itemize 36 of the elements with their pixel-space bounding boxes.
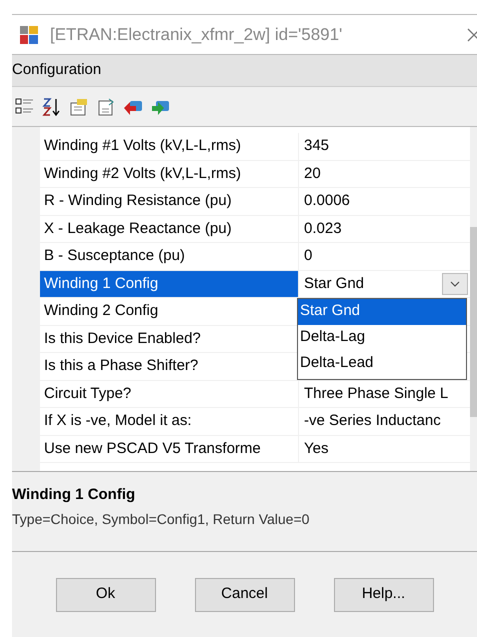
property-name[interactable]: Is this a Phase Shifter? (40, 353, 299, 380)
property-name[interactable]: Winding 2 Config (40, 298, 299, 324)
dropdown-option[interactable]: Star Gnd (298, 298, 466, 324)
dialog-button[interactable]: Ok (56, 578, 156, 612)
scrollbar-thumb[interactable] (470, 227, 477, 417)
property-value: -ve Series Inductanc (304, 411, 442, 431)
property-name[interactable]: Winding 1 Config (40, 270, 299, 297)
window-title: [ETRAN:Electranix_xfmr_2w] id='5891' (50, 24, 344, 46)
property-value: 345 (304, 136, 330, 156)
property-value: 0 (304, 246, 314, 266)
property-value: 20 (304, 164, 322, 184)
property-value: Three Phase Single L (304, 384, 450, 404)
description-text: Type=Choice, Symbol=Config1, Return Value=0 (12, 510, 310, 529)
dropdown-option[interactable]: Delta-Lead (298, 350, 466, 376)
property-name[interactable]: Use new PSCAD V5 Transforme (40, 436, 299, 462)
close-icon[interactable] (467, 28, 477, 42)
dropdown-button[interactable] (442, 272, 468, 295)
property-value: Star Gnd (304, 274, 366, 294)
dialog-button[interactable]: Help... (334, 578, 434, 612)
property-value: 0.023 (304, 218, 343, 238)
property-name[interactable]: B - Susceptance (pu) (40, 243, 299, 270)
property-name[interactable]: X - Leakage Reactance (pu) (40, 216, 299, 242)
panel-header: Configuration (12, 55, 477, 87)
property-value: Yes (304, 438, 330, 458)
dropdown-option[interactable]: Delta-Lag (298, 324, 466, 350)
property-name[interactable]: If X is -ve, Model it as: (40, 408, 299, 434)
description-title: Winding 1 Config (12, 485, 136, 505)
property-name[interactable]: Circuit Type? (40, 380, 299, 407)
property-name[interactable]: Winding #2 Volts (kV,L-L,rms) (40, 160, 299, 187)
property-name[interactable]: Winding #1 Volts (kV,L-L,rms) (40, 133, 299, 160)
caret-icon (450, 280, 460, 287)
property-value: 0.0006 (304, 191, 351, 211)
dialog-button[interactable]: Cancel (194, 578, 294, 612)
app-icon (20, 26, 38, 44)
property-name[interactable]: R - Winding Resistance (pu) (40, 188, 299, 214)
property-name[interactable]: Is this Device Enabled? (40, 326, 299, 352)
